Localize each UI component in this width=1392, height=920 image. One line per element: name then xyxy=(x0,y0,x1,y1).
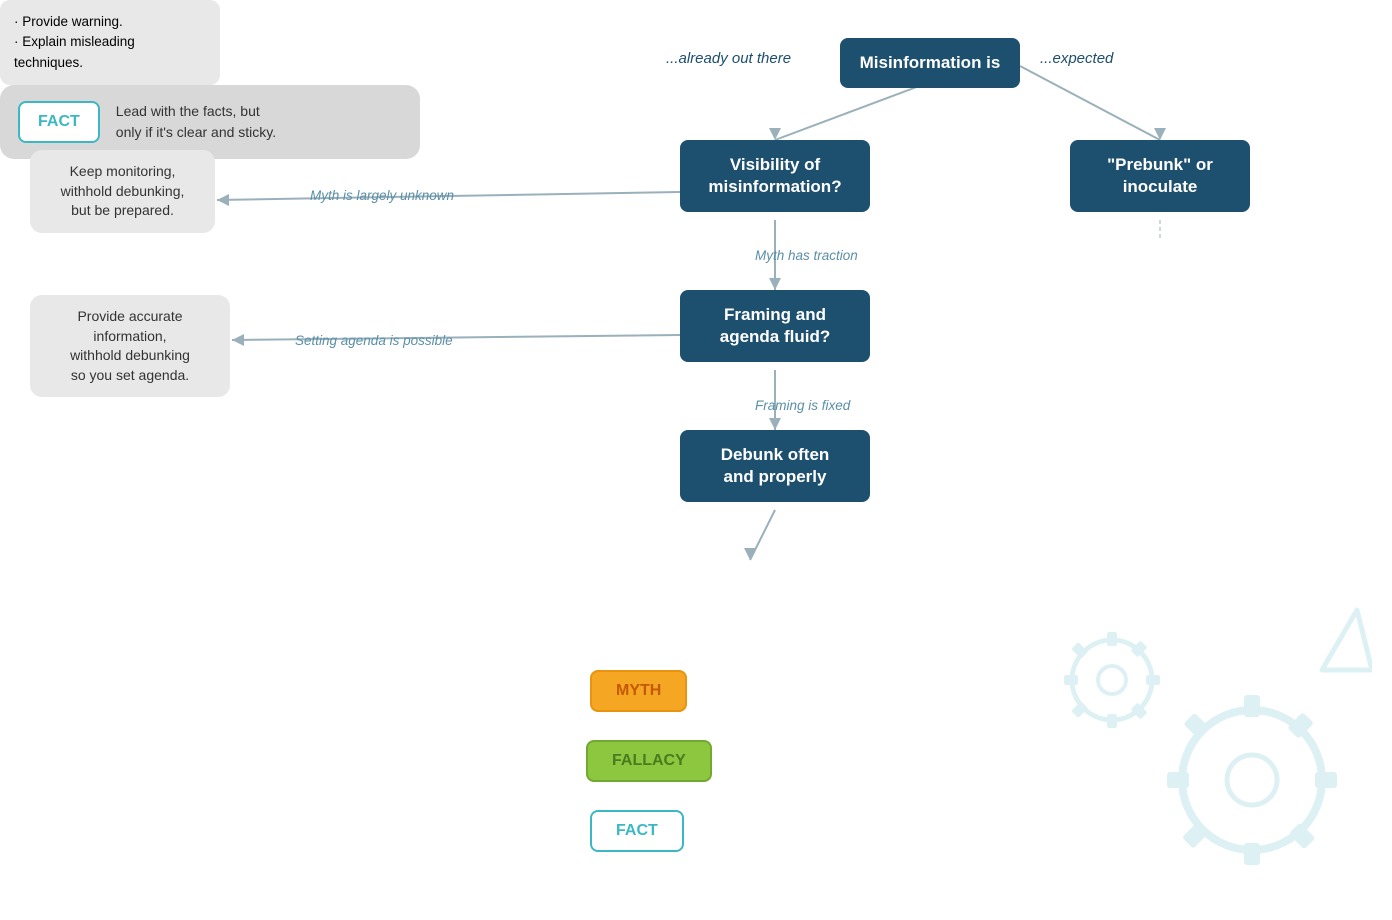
badge-fallacy: FALLACY xyxy=(586,740,712,782)
label-expected: ...expected xyxy=(1040,50,1113,67)
node-keep-monitoring: Keep monitoring,withhold debunking,but b… xyxy=(30,150,215,233)
label-agenda: Setting agenda is possible xyxy=(295,333,453,348)
fact-box-text: Lead with the facts, butonly if it's cle… xyxy=(116,101,276,142)
node-debunk: Debunk oftenand properly xyxy=(680,430,870,502)
label-myth-unknown: Myth is largely unknown xyxy=(310,188,454,203)
node-misinformation: Misinformation is xyxy=(840,38,1020,88)
node-prebunk: "Prebunk" orinoculate xyxy=(1070,140,1250,212)
prebunk-line3: techniques. xyxy=(14,55,83,70)
node-provide-accurate: Provide accurateinformation,withhold deb… xyxy=(30,295,230,397)
badge-myth: MYTH xyxy=(590,670,687,712)
node-visibility: Visibility ofmisinformation? xyxy=(680,140,870,212)
badge-fact-bottom: FACT xyxy=(590,810,684,852)
fact-badge: FACT xyxy=(18,101,100,143)
node-framing: Framing andagenda fluid? xyxy=(680,290,870,362)
prebunk-line1: · Provide warning. xyxy=(14,14,123,29)
fact-box-container: FACT Lead with the facts, butonly if it'… xyxy=(0,85,420,159)
diagram-container: ...already out there ...expected Misinfo… xyxy=(0,0,1392,920)
prebunk-description: · Provide warning. · Explain misleading … xyxy=(0,0,220,85)
label-already: ...already out there xyxy=(666,50,791,67)
prebunk-line2: · Explain misleading xyxy=(14,34,135,49)
label-framing-fixed: Framing is fixed xyxy=(755,398,850,413)
gear-decoration-1 xyxy=(1052,600,1372,900)
label-myth-traction: Myth has traction xyxy=(755,248,858,263)
